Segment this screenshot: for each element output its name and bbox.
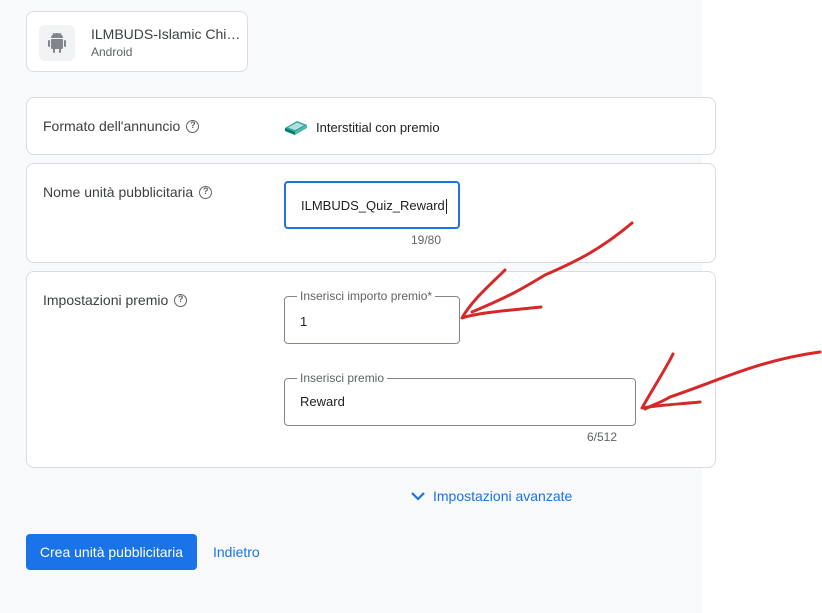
help-icon[interactable] [186,119,200,133]
reward-item-counter: 6/512 [587,430,618,444]
reward-item-label: Inserisci premio [297,371,388,385]
back-link[interactable]: Indietro [213,544,260,560]
text-cursor [445,199,447,215]
reward-settings-label: Impostazioni premio [43,292,169,308]
chevron-down-icon [411,492,425,501]
ad-unit-name-section: Nome unità pubblicitaria ILMBUDS_Quiz_Re… [26,163,716,263]
ad-format-section: Formato dell'annuncio Interstitial con p… [26,97,716,155]
reward-amount-input[interactable]: Inserisci importo premio* 1 [284,289,460,344]
ad-unit-name-value: ILMBUDS_Quiz_Reward [301,198,445,213]
reward-item-value: Reward [300,394,345,409]
app-name: ILMBUDS-Islamic Chi… [91,26,241,42]
help-icon[interactable] [199,185,213,199]
rewarded-interstitial-icon [285,121,307,135]
ad-format-value: Interstitial con premio [283,118,440,136]
ad-format-text: Interstitial con premio [316,119,440,135]
app-platform: Android [91,45,133,59]
help-icon[interactable] [174,293,188,307]
create-ad-unit-button[interactable]: Crea unità pubblicitaria [26,534,197,570]
ad-unit-name-counter: 19/80 [411,233,442,247]
reward-amount-value: 1 [300,314,308,329]
advanced-settings-label: Impostazioni avanzate [433,488,573,504]
reward-item-input[interactable]: Inserisci premio Reward [284,371,636,426]
ad-unit-name-input[interactable]: ILMBUDS_Quiz_Reward [284,181,460,229]
android-icon [39,25,75,61]
advanced-settings-toggle[interactable]: Impostazioni avanzate [410,488,572,504]
reward-amount-label: Inserisci importo premio* [297,289,436,303]
right-blank-area [702,0,822,613]
app-card[interactable]: ILMBUDS-Islamic Chi… Android [26,11,248,72]
ad-format-label: Formato dell'annuncio [43,118,181,134]
ad-unit-name-label: Nome unità pubblicitaria [43,184,194,200]
reward-settings-section: Impostazioni premio Inserisci importo pr… [26,271,716,468]
